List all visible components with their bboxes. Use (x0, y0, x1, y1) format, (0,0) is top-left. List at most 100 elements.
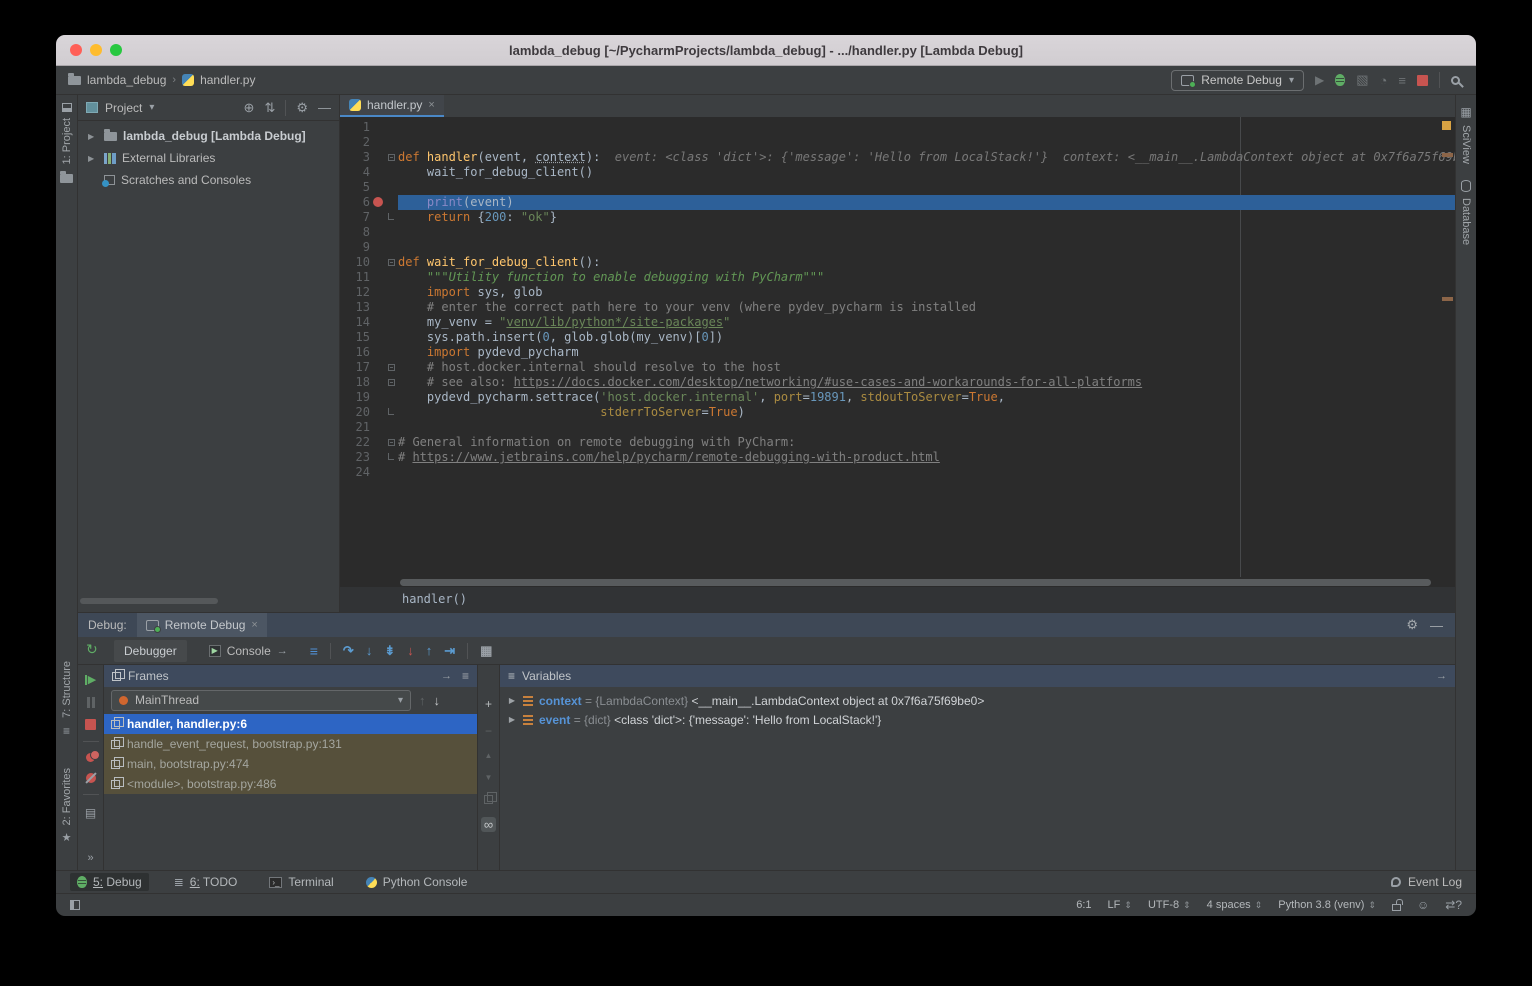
line-number[interactable]: 6 (340, 195, 370, 210)
code-text[interactable] (398, 225, 1455, 240)
line-number[interactable]: 23 (340, 450, 370, 465)
stack-frame[interactable]: main, bootstrap.py:474 (104, 754, 477, 774)
breakpoint-slot[interactable] (370, 450, 386, 465)
editor-breadcrumb[interactable]: handler() (340, 587, 1455, 612)
code-text[interactable]: stderrToServer=True) (398, 405, 1455, 420)
fold-gutter[interactable] (386, 180, 398, 195)
code-line[interactable]: 8 (340, 225, 1455, 240)
breakpoint-slot[interactable] (370, 270, 386, 285)
line-number[interactable]: 9 (340, 240, 370, 255)
breakpoint-slot[interactable] (370, 360, 386, 375)
line-number[interactable]: 15 (340, 330, 370, 345)
code-line[interactable]: 12 import sys, glob (340, 285, 1455, 300)
fold-gutter[interactable] (386, 285, 398, 300)
horizontal-scrollbar[interactable] (80, 598, 218, 604)
line-number[interactable]: 13 (340, 300, 370, 315)
fold-open-icon[interactable] (388, 379, 395, 386)
code-text[interactable]: sys.path.insert(0, glob.glob(my_venv)[0]… (398, 330, 1455, 345)
variable-row[interactable]: ▶event = {dict} <class 'dict'>: {'messag… (500, 710, 1455, 729)
fold-end-icon[interactable] (388, 453, 394, 460)
pin-tab-icon[interactable]: → (277, 645, 288, 657)
breadcrumb-file[interactable]: handler.py (200, 73, 255, 87)
line-number[interactable]: 10 (340, 255, 370, 270)
line-number[interactable]: 17 (340, 360, 370, 375)
expand-arrow-icon[interactable]: ▶ (507, 696, 517, 705)
code-text[interactable]: pydevd_pycharm.settrace('host.docker.int… (398, 390, 1455, 405)
error-stripe-mark[interactable] (1442, 153, 1453, 157)
breakpoint-slot[interactable] (370, 120, 386, 135)
line-number[interactable]: 8 (340, 225, 370, 240)
encoding-selector[interactable]: UTF-8⇕ (1148, 899, 1191, 911)
tree-arrow-icon[interactable]: ▶ (88, 132, 98, 141)
fold-gutter[interactable] (386, 150, 398, 165)
collapse-all-button[interactable]: ⇅ (264, 100, 275, 116)
show-return-values-button[interactable]: ∞ (481, 817, 496, 832)
code-line[interactable]: 17 # host.docker.internal should resolve… (340, 360, 1455, 375)
restore-layout-button[interactable]: ▤ (85, 806, 96, 820)
sidebar-item-database[interactable]: Database (1460, 180, 1472, 245)
line-ending-selector[interactable]: LF⇕ (1108, 899, 1132, 911)
code-text[interactable]: my_venv = "venv/lib/python*/site-package… (398, 315, 1455, 330)
line-number[interactable]: 22 (340, 435, 370, 450)
line-number[interactable]: 16 (340, 345, 370, 360)
toolwindow-button-debug[interactable]: 5: Debug (70, 873, 149, 891)
gear-icon[interactable]: ⚙ (296, 100, 308, 116)
breakpoint-slot[interactable] (370, 330, 386, 345)
caret-position[interactable]: 6:1 (1076, 899, 1091, 911)
sync-status-icon[interactable]: ⇄? (1445, 898, 1462, 912)
duplicate-watch-button[interactable] (484, 795, 493, 804)
chevron-down-icon[interactable]: ▾ (149, 102, 154, 113)
move-up-button[interactable]: ▲ (485, 751, 493, 760)
project-tree-item[interactable]: ▶External Libraries (78, 147, 339, 169)
code-text[interactable]: return {200: "ok"} (398, 210, 1455, 225)
line-number[interactable]: 2 (340, 135, 370, 150)
fold-end-icon[interactable] (388, 213, 394, 220)
next-frame-button[interactable]: ↓ (434, 693, 441, 708)
code-text[interactable]: import pydevd_pycharm (398, 345, 1455, 360)
step-over-button[interactable]: ↷ (343, 643, 354, 659)
zoom-window-button[interactable] (110, 44, 122, 56)
breakpoint-slot[interactable] (370, 135, 386, 150)
step-into-my-code-button[interactable]: ↓ (407, 643, 414, 658)
debug-button[interactable] (1335, 74, 1345, 86)
breakpoint-icon[interactable] (373, 197, 383, 207)
breakpoint-slot[interactable] (370, 375, 386, 390)
add-watch-button[interactable]: + (485, 697, 492, 711)
fold-gutter[interactable] (386, 390, 398, 405)
line-number[interactable]: 14 (340, 315, 370, 330)
fold-gutter[interactable] (386, 120, 398, 135)
breakpoint-slot[interactable] (370, 255, 386, 270)
code-line[interactable]: 23# https://www.jetbrains.com/help/pycha… (340, 450, 1455, 465)
code-text[interactable] (398, 180, 1455, 195)
code-text[interactable]: # enter the correct path here to your ve… (398, 300, 1455, 315)
toolwindow-toggle-icon[interactable] (70, 900, 80, 910)
fold-gutter[interactable] (386, 360, 398, 375)
step-into-button[interactable]: ↓ (366, 643, 373, 658)
breakpoint-slot[interactable] (370, 210, 386, 225)
fold-end-icon[interactable] (388, 408, 394, 415)
line-number[interactable]: 19 (340, 390, 370, 405)
hide-panel-button[interactable]: — (1430, 618, 1443, 633)
fold-gutter[interactable] (386, 210, 398, 225)
code-line[interactable]: 13 # enter the correct path here to your… (340, 300, 1455, 315)
fold-gutter[interactable] (386, 450, 398, 465)
tab-console[interactable]: ▶ Console → (199, 640, 298, 662)
expand-arrow-icon[interactable]: ▶ (507, 715, 517, 724)
event-log-button[interactable]: Event Log (1391, 875, 1462, 889)
code-line[interactable]: 22# General information on remote debugg… (340, 435, 1455, 450)
code-text[interactable] (398, 465, 1455, 480)
fold-gutter[interactable] (386, 435, 398, 450)
breadcrumb-function[interactable]: handler() (402, 592, 467, 607)
project-panel-title[interactable]: Project (105, 101, 142, 115)
code-text[interactable]: import sys, glob (398, 285, 1455, 300)
line-number[interactable]: 5 (340, 180, 370, 195)
sidebar-item-structure[interactable]: 7: Structure ≡ (61, 661, 73, 738)
breakpoint-slot[interactable] (370, 240, 386, 255)
line-number[interactable]: 18 (340, 375, 370, 390)
breakpoint-slot[interactable] (370, 285, 386, 300)
fold-gutter[interactable] (386, 255, 398, 270)
pin-icon[interactable]: → (441, 670, 452, 682)
run-with-button[interactable]: ≡ (1398, 73, 1406, 88)
code-line[interactable]: 20 stderrToServer=True) (340, 405, 1455, 420)
fold-gutter[interactable] (386, 420, 398, 435)
